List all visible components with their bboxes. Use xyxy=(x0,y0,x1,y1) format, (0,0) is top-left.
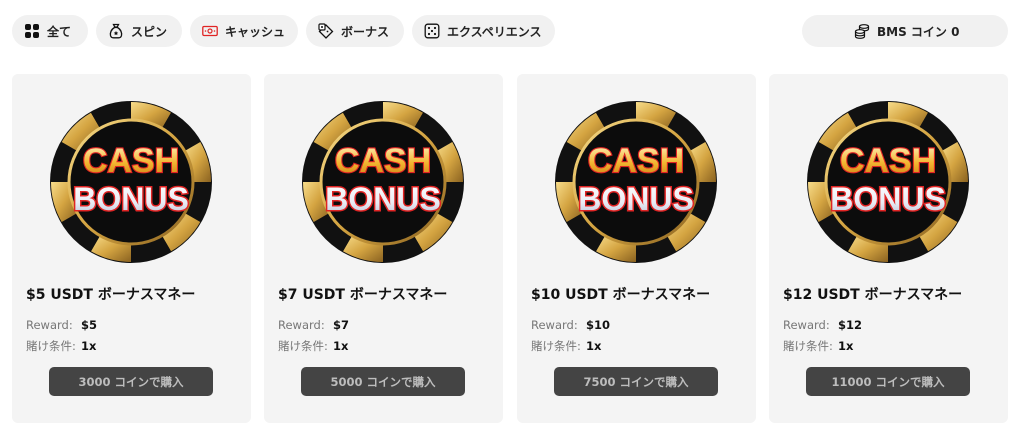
filter-label: 全て xyxy=(47,24,72,39)
wager-value: 1x xyxy=(586,339,602,353)
wager-row: 賭け条件: 1x xyxy=(531,338,601,354)
filter-bonus-button[interactable]: ボーナス xyxy=(306,15,404,47)
reward-row: Reward: $5 xyxy=(26,318,97,332)
svg-text:BONUS: BONUS xyxy=(830,181,946,217)
wager-value: 1x xyxy=(838,339,854,353)
filter-label: ボーナス xyxy=(341,24,390,39)
filter-all-button[interactable]: 全て xyxy=(12,15,88,47)
card-title: $5 USDT ボーナスマネー xyxy=(26,287,196,303)
wager-label: 賭け条件: xyxy=(278,339,328,353)
wager-label: 賭け条件: xyxy=(783,339,833,353)
filter-bar: 全て スピン キャッシュ ボーナス エクスペリエンス BMS コイン 0 xyxy=(0,0,1024,60)
card-title: $10 USDT ボーナスマネー xyxy=(531,287,711,303)
coin-balance: BMS コイン 0 xyxy=(802,15,1008,47)
reward-row: Reward: $12 xyxy=(783,318,862,332)
buy-button[interactable]: 7500 コインで購入 xyxy=(554,367,718,396)
wager-row: 賭け条件: 1x xyxy=(783,338,853,354)
svg-text:BONUS: BONUS xyxy=(73,181,189,217)
reward-value: $10 xyxy=(586,318,611,332)
svg-text:BONUS: BONUS xyxy=(325,181,441,217)
bonus-card: CASH BONUS $7 USDT ボーナスマネー Reward: $7 賭け条件… xyxy=(264,74,503,423)
reward-row: Reward: $7 xyxy=(278,318,349,332)
reward-label: Reward: xyxy=(26,318,73,332)
cash-bonus-chip-image: CASH BONUS xyxy=(554,100,718,264)
coin-balance-label: BMS コイン 0 xyxy=(877,24,960,39)
grid-icon xyxy=(24,23,40,39)
filter-cash-button[interactable]: キャッシュ xyxy=(190,15,298,47)
cash-bonus-chip-image: CASH BONUS xyxy=(49,100,213,264)
filter-spin-button[interactable]: スピン xyxy=(96,15,182,47)
svg-text:BONUS: BONUS xyxy=(578,181,694,217)
bonus-tag-icon xyxy=(318,23,334,39)
reward-value: $7 xyxy=(333,318,350,332)
reward-value: $12 xyxy=(838,318,863,332)
wager-value: 1x xyxy=(81,339,97,353)
card-title: $12 USDT ボーナスマネー xyxy=(783,287,963,303)
filter-label: キャッシュ xyxy=(225,24,286,39)
svg-text:CASH: CASH xyxy=(840,142,936,180)
cash-bill-icon xyxy=(202,23,218,39)
buy-button[interactable]: 11000 コインで購入 xyxy=(806,367,970,396)
reward-value: $5 xyxy=(81,318,98,332)
reward-label: Reward: xyxy=(783,318,830,332)
svg-text:CASH: CASH xyxy=(588,142,684,180)
buy-button[interactable]: 5000 コインで購入 xyxy=(301,367,465,396)
bonus-card: CASH BONUS $5 USDT ボーナスマネー Reward: $5 賭け条件… xyxy=(12,74,251,423)
reward-label: Reward: xyxy=(531,318,578,332)
filter-label: エクスペリエンス xyxy=(447,24,542,39)
wager-value: 1x xyxy=(333,339,349,353)
dice-icon xyxy=(424,23,440,39)
coin-stack-icon xyxy=(854,23,870,39)
cash-bonus-chip-image: CASH BONUS xyxy=(301,100,465,264)
wager-label: 賭け条件: xyxy=(531,339,581,353)
card-title: $7 USDT ボーナスマネー xyxy=(278,287,448,303)
wager-row: 賭け条件: 1x xyxy=(26,338,96,354)
svg-text:CASH: CASH xyxy=(335,142,431,180)
bonus-card: CASH BONUS $10 USDT ボーナスマネー Reward: $10 賭け… xyxy=(517,74,756,423)
reward-row: Reward: $10 xyxy=(531,318,610,332)
svg-text:CASH: CASH xyxy=(83,142,179,180)
cash-bonus-chip-image: CASH BONUS xyxy=(806,100,970,264)
wager-row: 賭け条件: 1x xyxy=(278,338,348,354)
wager-label: 賭け条件: xyxy=(26,339,76,353)
money-bag-icon xyxy=(108,23,124,39)
filter-experience-button[interactable]: エクスペリエンス xyxy=(412,15,555,47)
bonus-card: CASH BONUS $12 USDT ボーナスマネー Reward: $12 賭け… xyxy=(769,74,1008,423)
buy-button[interactable]: 3000 コインで購入 xyxy=(49,367,213,396)
reward-label: Reward: xyxy=(278,318,325,332)
filter-label: スピン xyxy=(131,24,168,39)
